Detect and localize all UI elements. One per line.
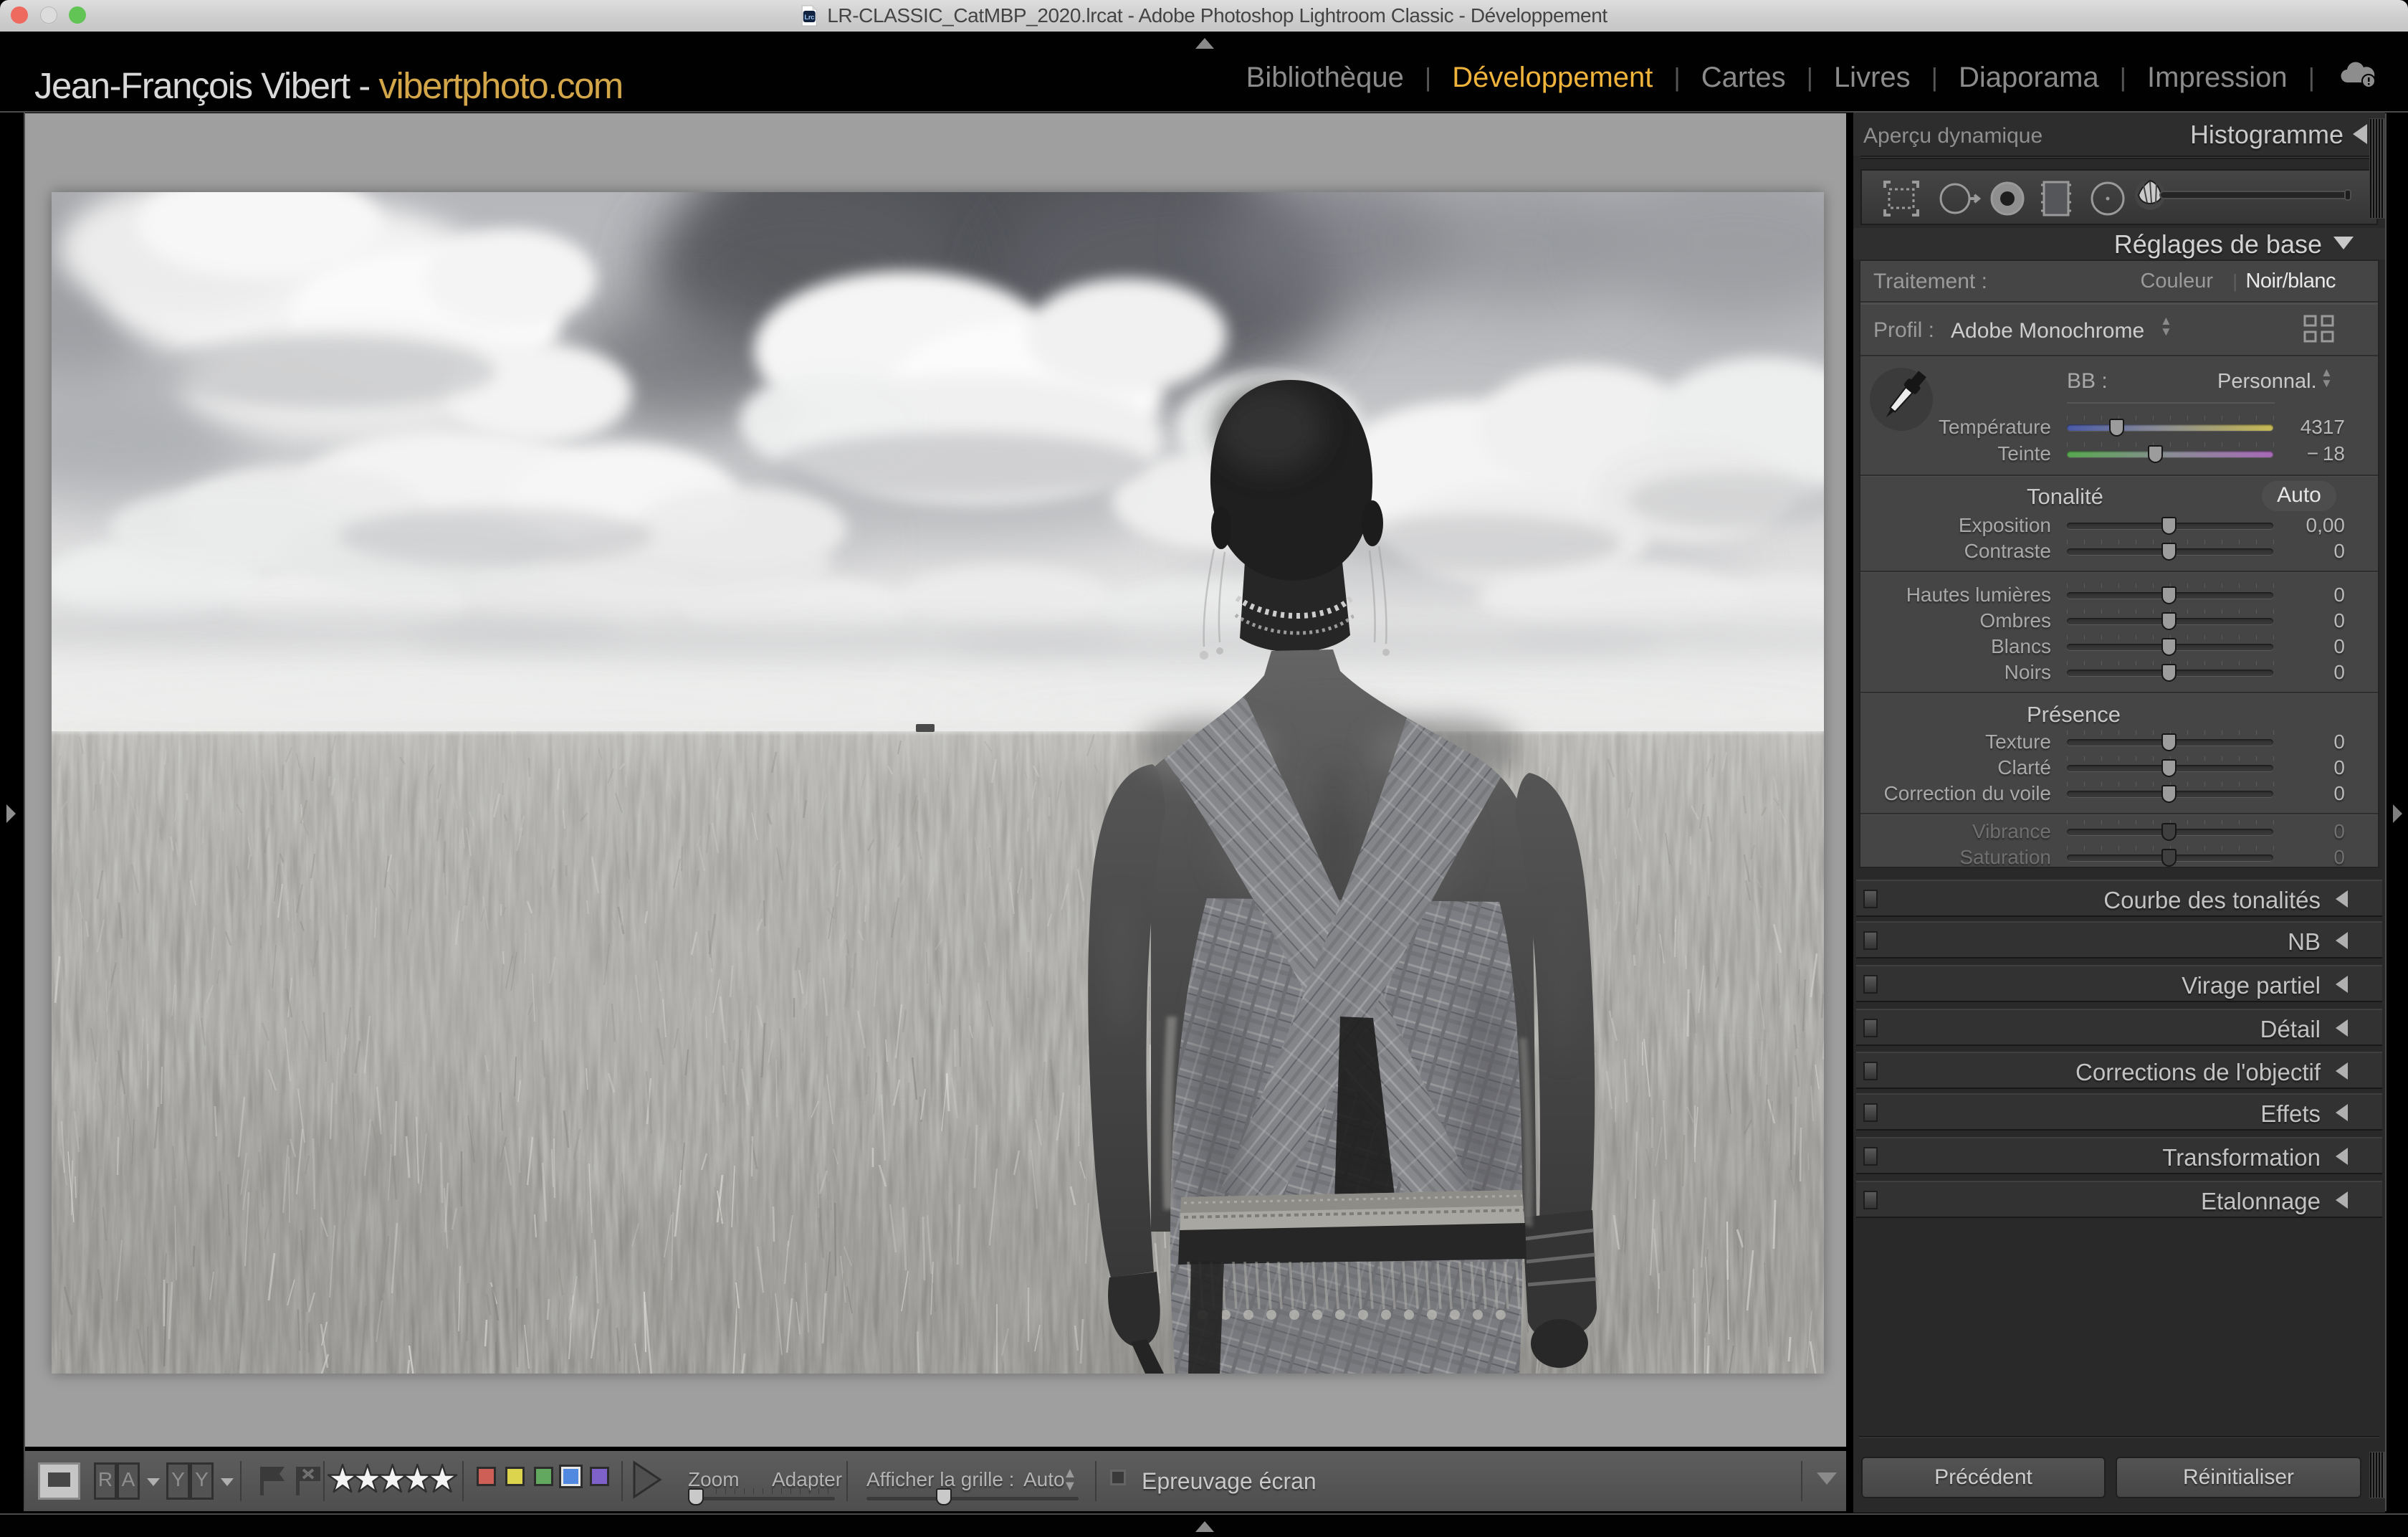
svg-text:Lrc: Lrc [804,14,814,22]
